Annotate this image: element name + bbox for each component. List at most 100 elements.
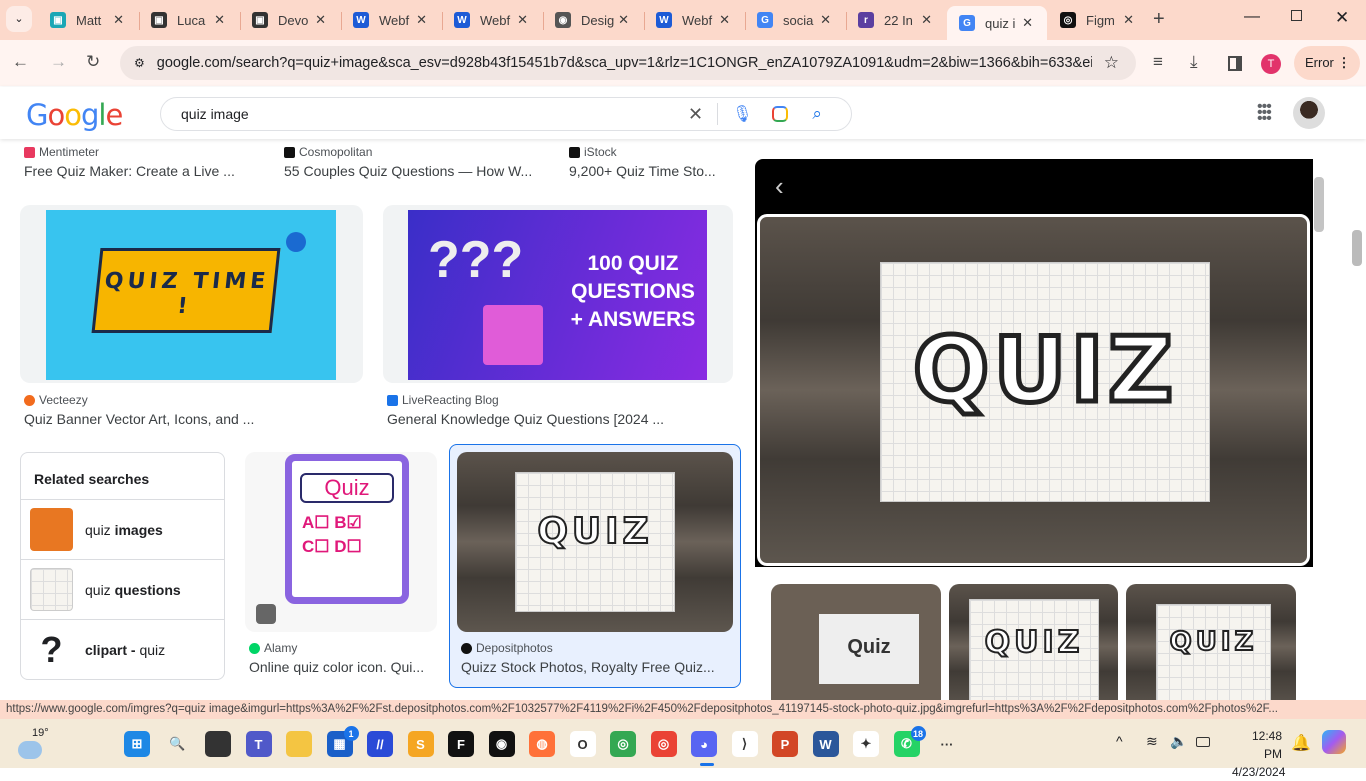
tab[interactable]: Gsocia ✕ (745, 8, 845, 32)
tab-close-icon[interactable]: ✕ (1022, 15, 1033, 31)
tab[interactable]: r 22 In ✕ (846, 8, 946, 32)
result-source[interactable]: LiveReacting Blog (387, 393, 499, 407)
discord-icon[interactable]: ◕ (691, 731, 717, 757)
error-button[interactable]: Error ⋮ (1294, 46, 1360, 80)
app-icon[interactable]: // (367, 731, 393, 757)
related-item[interactable]: ? clipart - quiz (21, 619, 224, 679)
apps-grid-icon[interactable]: ••• ••• ••• (1257, 99, 1272, 127)
gemini-icon[interactable]: ✦ (853, 731, 879, 757)
result-source[interactable]: Alamy (249, 641, 297, 655)
figma-icon[interactable]: F (448, 731, 474, 757)
battery-icon[interactable] (1196, 737, 1210, 747)
notification-bell-icon[interactable]: 🔔 (1291, 733, 1311, 753)
result-source[interactable]: Mentimeter (24, 145, 99, 159)
result-source[interactable]: Depositphotos (461, 641, 553, 655)
preview-thumb[interactable]: Quiz (771, 584, 941, 700)
profile-avatar[interactable]: T (1261, 54, 1281, 74)
opera-icon[interactable]: O (569, 731, 596, 757)
panel-scrollbar[interactable] (1314, 177, 1324, 232)
new-tab-button[interactable]: + (1153, 8, 1165, 31)
tab[interactable]: ▣ Matt ✕ (38, 8, 138, 32)
reload-button[interactable]: ↻ (86, 52, 100, 72)
microsoft-store-icon[interactable]: ▦ 1 (326, 726, 359, 757)
powerpoint-icon[interactable]: P (772, 731, 798, 757)
result-title[interactable]: Free Quiz Maker: Create a Live ... (24, 163, 235, 179)
image-result-depositphotos[interactable]: QUIZ (457, 452, 733, 632)
result-source[interactable]: Cosmopolitan (284, 145, 372, 159)
tab-close-icon[interactable]: ✕ (921, 12, 932, 28)
search-icon[interactable]: ⌕ (812, 104, 822, 124)
tab-close-icon[interactable]: ✕ (113, 12, 124, 28)
google-logo[interactable]: Google (26, 98, 123, 132)
result-title[interactable]: Quizz Stock Photos, Royalty Free Quiz... (461, 659, 715, 675)
tab[interactable]: ▣ Devo ✕ (240, 8, 340, 32)
tab[interactable]: W Webf ✕ (341, 8, 441, 32)
menu-icon[interactable]: ⋮ (1338, 55, 1351, 70)
lens-search-icon[interactable] (772, 106, 789, 122)
chrome-icon[interactable]: ◎ (610, 731, 636, 757)
github-icon[interactable]: ◉ (488, 731, 515, 757)
forward-button[interactable]: → (50, 52, 67, 72)
tab-close-icon[interactable]: ✕ (618, 12, 629, 28)
firefox-icon[interactable]: ◍ (529, 731, 555, 757)
vscode-icon[interactable]: ⟩ (731, 731, 758, 757)
tab[interactable]: W Webf ✕ (442, 8, 542, 32)
more-icon[interactable]: ··· (934, 731, 960, 757)
task-view-icon[interactable] (205, 731, 231, 757)
tab[interactable]: Gquiz i ✕ (947, 6, 1047, 40)
whatsapp-icon[interactable]: ✆ 18 (893, 726, 926, 757)
copilot-icon[interactable] (1322, 730, 1346, 754)
tab-close-icon[interactable]: ✕ (315, 12, 326, 28)
back-chevron-icon[interactable]: ‹ (775, 171, 784, 202)
result-title[interactable]: General Knowledge Quiz Questions [2024 .… (387, 411, 664, 427)
start-icon[interactable]: ⊞ (124, 731, 150, 757)
side-panel-icon[interactable] (1228, 56, 1242, 71)
tab-close-icon[interactable]: ✕ (719, 12, 730, 28)
preview-thumb[interactable]: QUIZ (1126, 584, 1296, 700)
volume-icon[interactable]: 🔈 (1170, 733, 1187, 750)
search-input[interactable]: quiz image (181, 106, 681, 122)
wifi-icon[interactable]: ≋ (1146, 733, 1158, 750)
tab-close-icon[interactable]: ✕ (820, 12, 831, 28)
image-result-livereacting[interactable]: ??? 100 QUIZ QUESTIONS + ANSWERS (383, 205, 733, 383)
result-title[interactable]: Quiz Banner Vector Art, Icons, and ... (24, 411, 254, 427)
voice-search-icon[interactable]: 🎙 (732, 104, 752, 124)
tab-search-button[interactable]: ⌄ (6, 6, 32, 32)
clear-search-icon[interactable]: ✕ (688, 104, 703, 125)
result-source[interactable]: Vecteezy (24, 393, 88, 407)
related-item[interactable]: quiz images (21, 499, 224, 559)
close-window-button[interactable]: ✕ (1335, 8, 1349, 28)
tab[interactable]: ▣ Luca ✕ (139, 8, 239, 32)
clock[interactable]: 12:48 PM 4/23/2024 (1232, 727, 1285, 781)
show-hidden-icons[interactable]: ^ (1116, 733, 1123, 749)
image-result-alamy[interactable]: Quiz A☐ B☑ C☐ D☐ (245, 452, 437, 632)
preview-thumb[interactable]: QUIZ (949, 584, 1118, 700)
tab[interactable]: W Webf ✕ (644, 8, 744, 32)
download-icon[interactable]: ⤓ (1190, 52, 1198, 72)
search-icon[interactable]: 🔍 (165, 731, 191, 757)
chrome-icon[interactable]: ◎ (650, 731, 677, 757)
related-item[interactable]: quiz questions (21, 559, 224, 619)
site-info-icon[interactable]: ⚙ (134, 56, 145, 70)
result-title[interactable]: 55 Couples Quiz Questions — How W... (284, 163, 532, 179)
image-result-vecteezy[interactable]: QUIZ TIME ! (20, 205, 363, 383)
tab-close-icon[interactable]: ✕ (1123, 12, 1134, 28)
result-title[interactable]: 9,200+ Quiz Time Sto... (569, 163, 716, 179)
page-scrollbar[interactable] (1352, 230, 1362, 266)
media-control-icon[interactable]: ≡ (1153, 52, 1163, 72)
weather-widget[interactable]: 19° (18, 727, 49, 759)
back-button[interactable]: ← (12, 52, 29, 72)
word-icon[interactable]: W (812, 731, 839, 757)
file-explorer-icon[interactable] (286, 731, 312, 757)
bookmark-star-icon[interactable]: ☆ (1104, 53, 1119, 73)
result-title[interactable]: Online quiz color icon. Qui... (249, 659, 424, 675)
tab[interactable]: ◉ Desig ✕ (543, 8, 643, 32)
address-bar[interactable]: ⚙ google.com/search?q=quiz+image&sca_esv… (120, 46, 1136, 80)
account-avatar[interactable] (1293, 97, 1325, 129)
tab-close-icon[interactable]: ✕ (416, 12, 427, 28)
restore-button[interactable] (1291, 10, 1302, 21)
tab-close-icon[interactable]: ✕ (517, 12, 528, 28)
result-source[interactable]: iStock (569, 145, 617, 159)
tab[interactable]: ◎ Figm ✕ (1048, 8, 1148, 32)
preview-image[interactable]: QUIZ (757, 214, 1310, 566)
